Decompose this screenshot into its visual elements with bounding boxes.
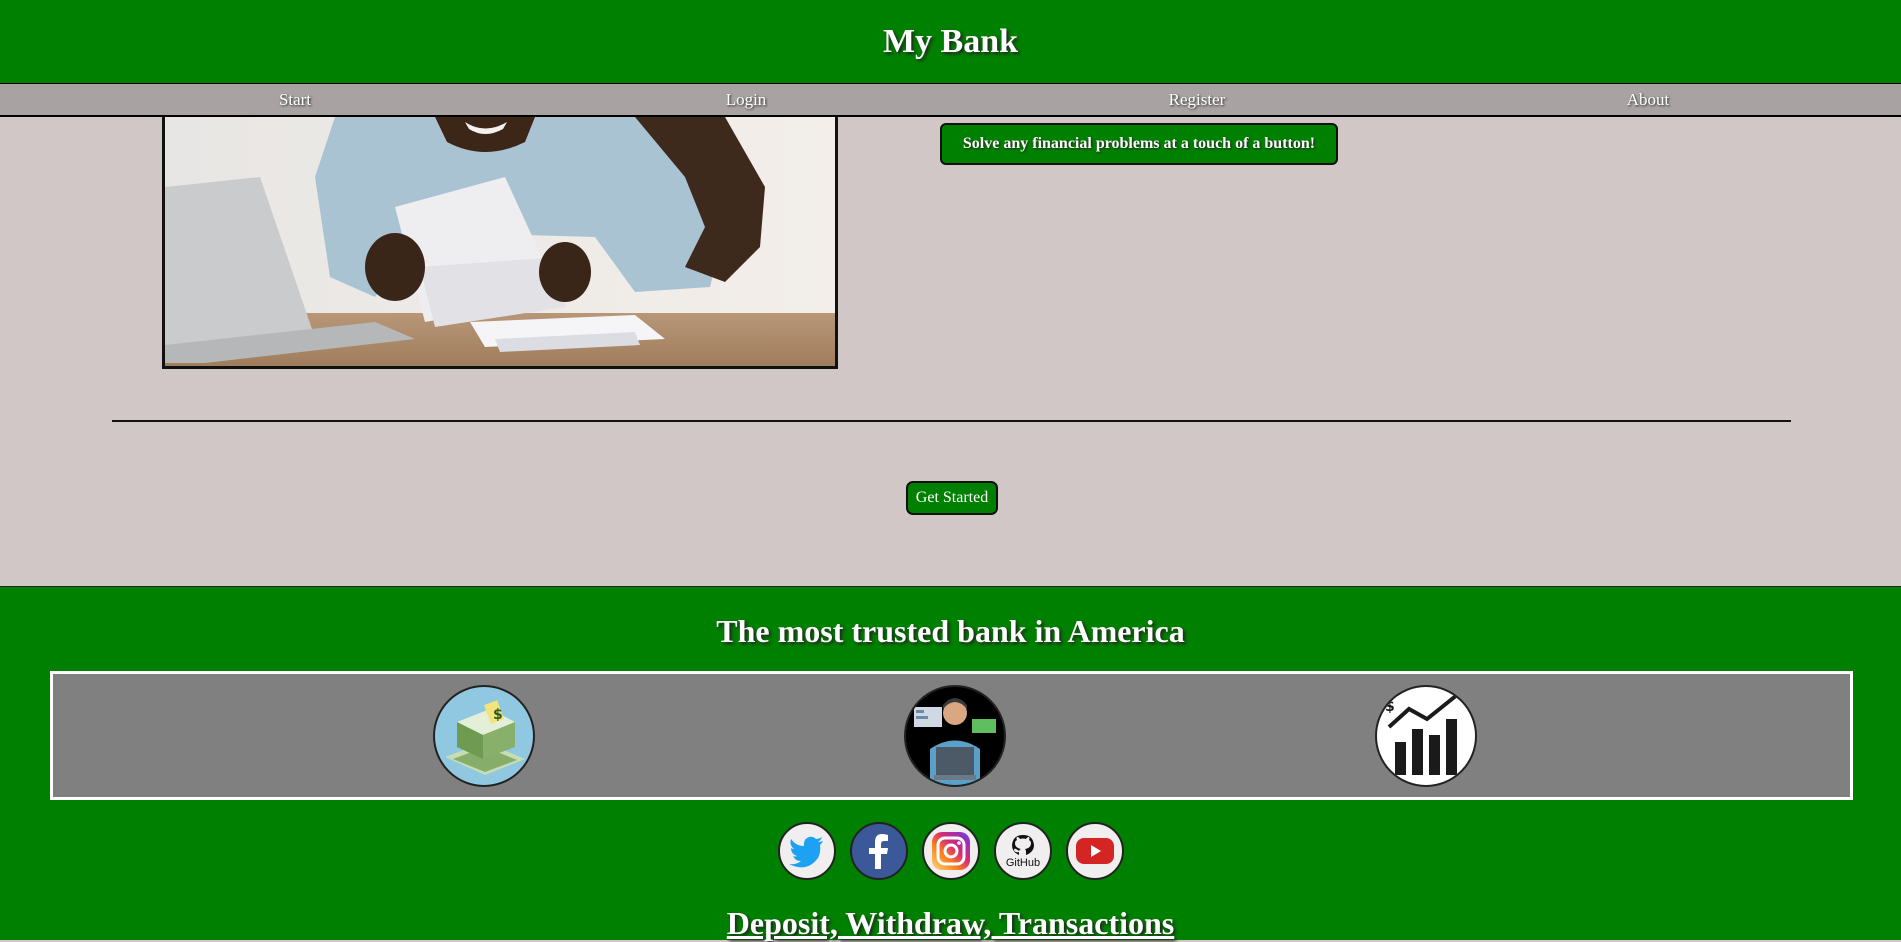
github-label: GitHub (1005, 856, 1041, 869)
svg-text:$: $ (1385, 699, 1395, 715)
site-header: My Bank (0, 0, 1901, 83)
twitter-icon[interactable] (778, 822, 836, 880)
footer-subtitle: Deposit, Withdraw, Transactions (726, 905, 1175, 941)
get-started-button[interactable]: Get Started (906, 481, 998, 515)
hero-image (162, 117, 838, 369)
tagline-badge: Solve any financial problems at a touch … (940, 123, 1338, 165)
nav-start[interactable]: Start (279, 84, 311, 116)
footer-title: The most trusted bank in America (716, 613, 1185, 649)
facebook-icon[interactable] (850, 822, 908, 880)
growth-chart-icon: $ (1375, 685, 1477, 787)
money-stack-icon: $ (433, 685, 535, 787)
instagram-icon[interactable] (922, 822, 980, 880)
nav-login[interactable]: Login (726, 84, 767, 116)
site-footer: The most trusted bank in America $ $ Git… (0, 586, 1901, 941)
svg-text:$: $ (493, 707, 503, 723)
github-icon[interactable]: GitHub (994, 822, 1052, 880)
main-nav: Start Login Register About (0, 83, 1901, 117)
youtube-icon[interactable] (1066, 822, 1124, 880)
site-title: My Bank (882, 22, 1019, 60)
section-divider (112, 420, 1791, 422)
nav-about[interactable]: About (1627, 84, 1670, 116)
feature-icons-panel: $ $ (50, 671, 1853, 800)
nav-register[interactable]: Register (1169, 84, 1226, 116)
banker-at-laptop-icon (904, 685, 1006, 787)
man-reading-letter-photo-icon (165, 117, 835, 366)
